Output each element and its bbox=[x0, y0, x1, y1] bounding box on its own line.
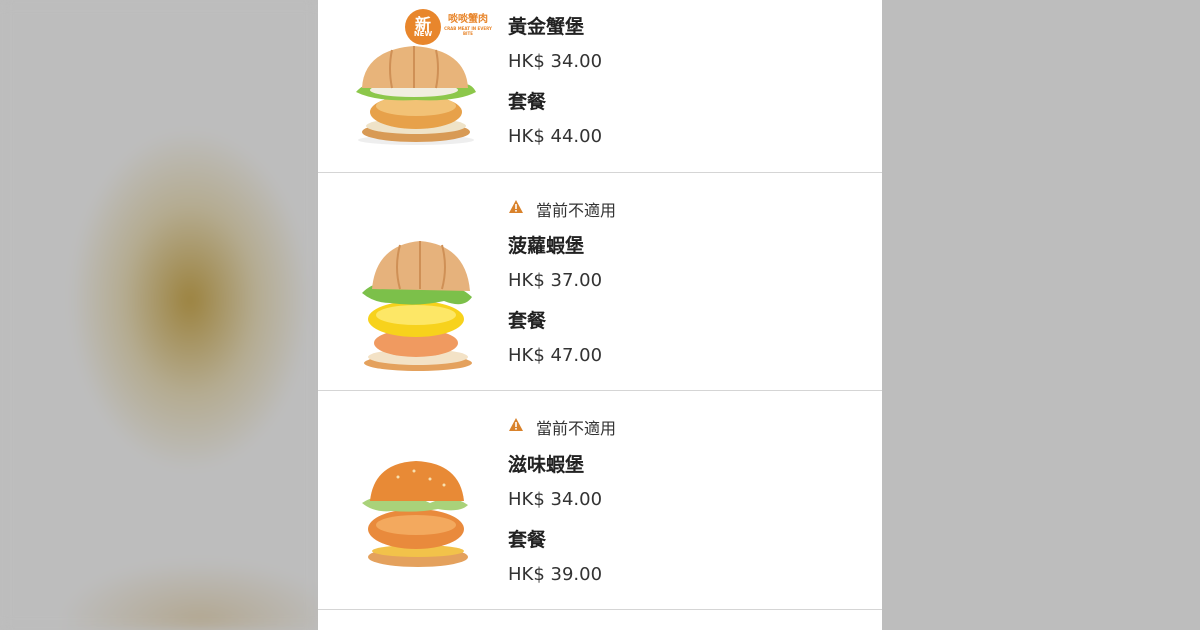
combo-label: 套餐 bbox=[508, 91, 547, 113]
item-price: HK$ 37.00 bbox=[508, 270, 603, 291]
shrimp-burger-image bbox=[362, 461, 468, 567]
combo-price: HK$ 39.00 bbox=[508, 564, 603, 585]
unavailable-notice: 當前不適用 bbox=[536, 419, 617, 438]
item-name: 滋味蝦堡 bbox=[508, 454, 585, 476]
menu-item-pineapple-shrimp-burger[interactable]: 當前不適用 菠蘿蝦堡 HK$ 37.00 套餐 HK$ 47.00 bbox=[318, 173, 882, 390]
item-name: 菠蘿蝦堡 bbox=[508, 235, 585, 257]
combo-label: 套餐 bbox=[508, 529, 547, 551]
promo-badge-text-en: CRAB MEAT IN EVERY BITE bbox=[444, 26, 492, 36]
unavailable-notice: 當前不適用 bbox=[536, 201, 617, 220]
item-price: HK$ 34.00 bbox=[508, 489, 603, 510]
menu-list: 新 NEW 啖啖蟹肉 CRAB MEAT IN EVERY BITE 黃金蟹堡 … bbox=[318, 0, 882, 630]
pineapple-shrimp-burger-image bbox=[362, 241, 472, 371]
warning-icon bbox=[509, 418, 523, 431]
background-left bbox=[0, 0, 318, 630]
warning-icon bbox=[509, 200, 523, 213]
menu-item-tasty-shrimp-burger[interactable]: 當前不適用 滋味蝦堡 HK$ 34.00 套餐 HK$ 39.00 bbox=[318, 391, 882, 609]
menu-item-golden-crab-burger[interactable]: 新 NEW 啖啖蟹肉 CRAB MEAT IN EVERY BITE 黃金蟹堡 … bbox=[318, 0, 882, 172]
item-price: HK$ 34.00 bbox=[508, 51, 603, 72]
new-badge-text-en: NEW bbox=[413, 30, 433, 38]
background-right bbox=[882, 0, 1200, 630]
promo-badge-text-cn: 啖啖蟹肉 bbox=[448, 14, 488, 25]
item-name: 黃金蟹堡 bbox=[508, 16, 585, 38]
combo-price: HK$ 44.00 bbox=[508, 126, 603, 147]
combo-label: 套餐 bbox=[508, 310, 547, 332]
item-divider bbox=[318, 609, 882, 610]
combo-price: HK$ 47.00 bbox=[508, 345, 603, 366]
